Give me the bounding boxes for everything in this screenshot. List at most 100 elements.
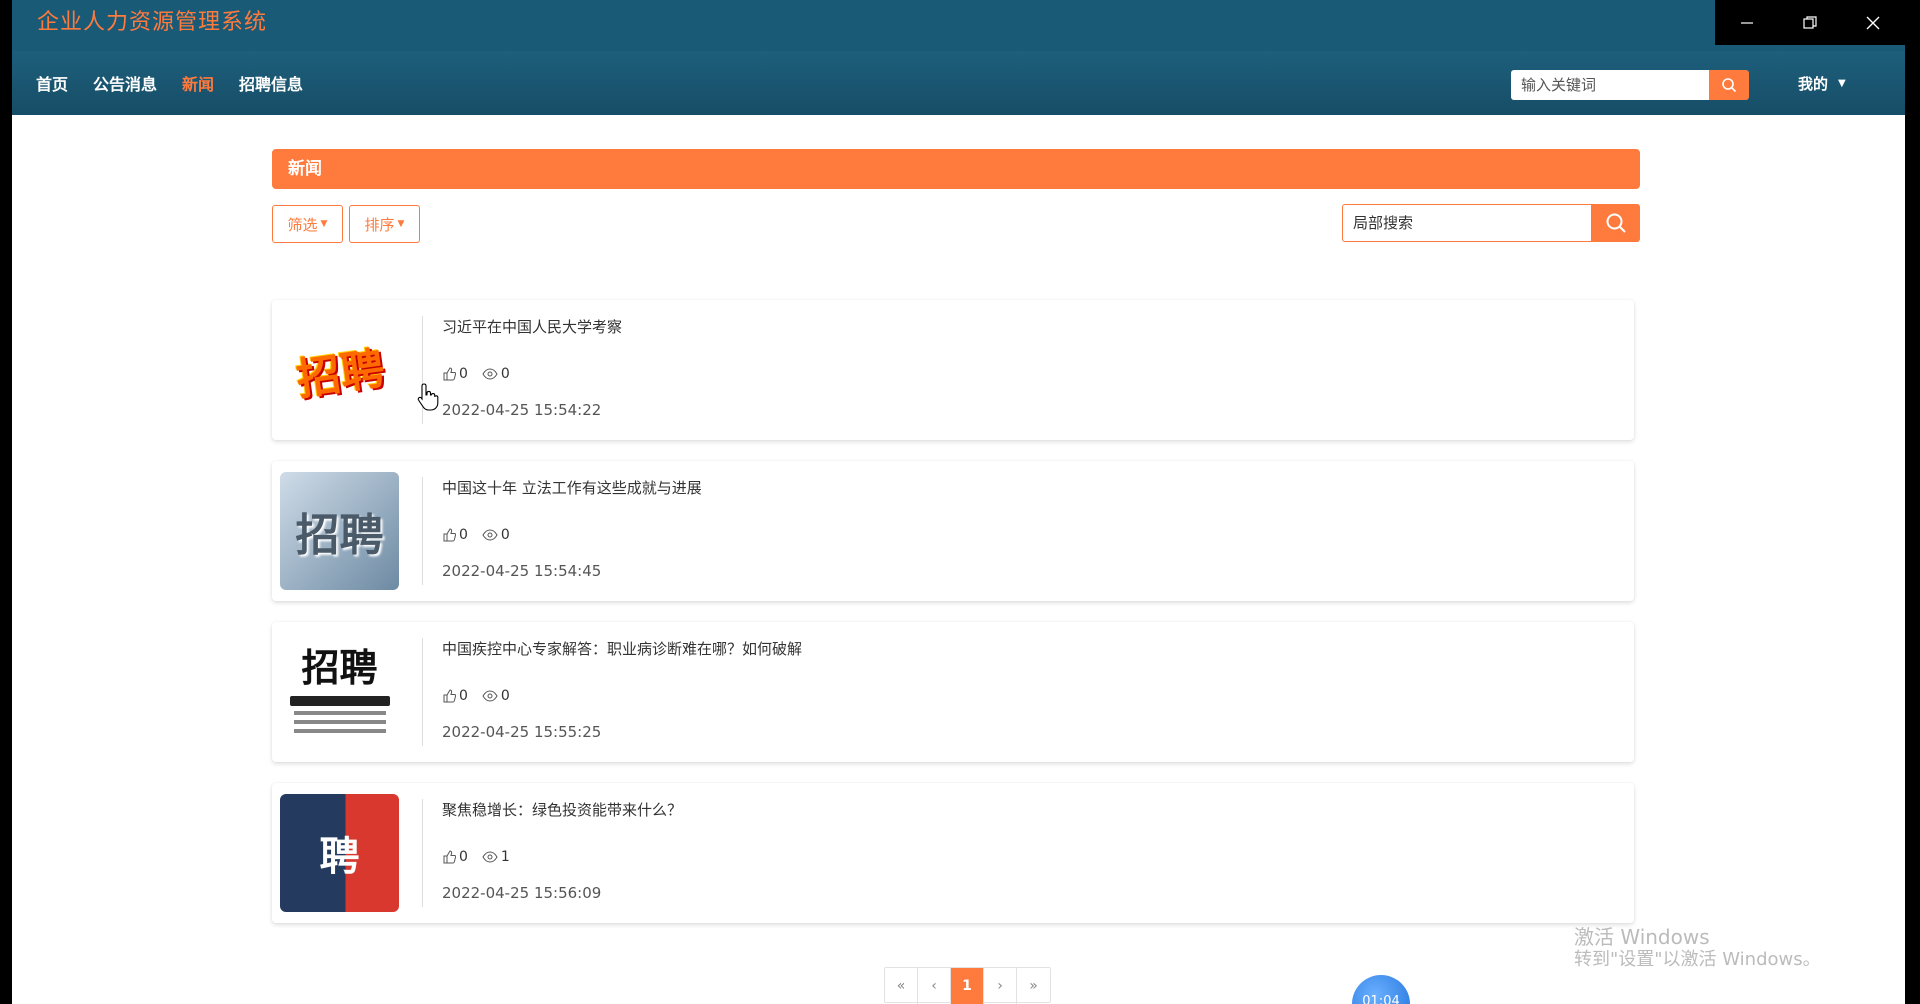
- news-time: 2022-04-25 15:55:25: [442, 723, 602, 741]
- nav-bar: 首页 公告消息 新闻 招聘信息 我的 ▼: [12, 51, 1905, 115]
- news-stats: 0 0: [442, 527, 510, 543]
- like-count[interactable]: 0: [442, 688, 468, 704]
- news-time: 2022-04-25 15:56:09: [442, 884, 602, 902]
- news-time: 2022-04-25 15:54:22: [442, 401, 602, 419]
- sort-button-label: 排序: [364, 215, 395, 234]
- watermark-line: 激活 Windows: [1574, 925, 1710, 949]
- view-count: 1: [482, 849, 510, 865]
- view-count: 0: [482, 688, 510, 704]
- section-title: 新闻: [272, 149, 1640, 189]
- restore-button[interactable]: [1778, 0, 1841, 45]
- news-stats: 0 0: [442, 688, 510, 704]
- like-count[interactable]: 0: [442, 527, 468, 543]
- search-icon: [1606, 213, 1626, 233]
- like-count-value: 0: [459, 527, 468, 543]
- eye-icon: [482, 690, 498, 702]
- nav-search-input[interactable]: [1511, 70, 1709, 100]
- view-count-value: 0: [500, 688, 510, 704]
- like-count[interactable]: 0: [442, 366, 468, 382]
- like-count[interactable]: 0: [442, 849, 468, 865]
- app-title: 企业人力资源管理系统: [37, 10, 268, 35]
- restore-icon: [1802, 15, 1817, 29]
- eye-icon: [482, 529, 498, 541]
- close-button[interactable]: [1841, 0, 1904, 45]
- news-stats: 0 1: [442, 849, 510, 865]
- close-icon: [1866, 16, 1879, 29]
- local-search-input[interactable]: [1342, 204, 1591, 242]
- view-count: 0: [482, 527, 510, 543]
- nav-search-button[interactable]: [1709, 70, 1749, 100]
- nav-search: [1511, 70, 1755, 100]
- thumbnail-decoration: [289, 696, 390, 706]
- caret-down-icon: ▼: [1838, 77, 1846, 89]
- caret-down-icon: ▼: [397, 219, 405, 229]
- caret-down-icon: ▼: [320, 219, 328, 229]
- search-icon: [1722, 78, 1737, 93]
- thumbs-up-icon: [443, 367, 456, 381]
- news-title[interactable]: 中国这十年 立法工作有这些成就与进展: [442, 477, 702, 498]
- hand-cursor-icon: [417, 383, 439, 411]
- view-count-value: 0: [500, 366, 510, 382]
- thumbnail-decoration: [293, 729, 386, 733]
- news-stats: 0 0: [442, 366, 510, 382]
- windows-activation-watermark: 激活 Windows 转到"设置"以激活 Windows。: [1574, 925, 1821, 971]
- news-title[interactable]: 聚焦稳增长：绿色投资能带来什么？: [442, 799, 682, 820]
- news-thumbnail[interactable]: 招聘: [280, 311, 399, 429]
- first-page-button[interactable]: «: [885, 968, 918, 1004]
- last-page-button[interactable]: »: [1017, 968, 1050, 1004]
- nav-link-announcements[interactable]: 公告消息: [93, 71, 157, 95]
- thumbs-up-icon: [443, 528, 456, 542]
- news-title[interactable]: 习近平在中国人民大学考察: [442, 316, 622, 337]
- like-count-value: 0: [459, 849, 468, 865]
- news-time: 2022-04-25 15:54:45: [442, 562, 602, 580]
- thumbnail-text: 招聘: [295, 510, 384, 561]
- like-count-value: 0: [459, 688, 468, 704]
- thumbnail-text: 聘: [319, 833, 360, 880]
- title-bar: 企业人力资源管理系统: [12, 0, 1905, 51]
- eye-icon: [482, 368, 498, 380]
- nav-link-recruitment[interactable]: 招聘信息: [239, 71, 303, 95]
- divider: [422, 799, 423, 907]
- divider: [422, 638, 423, 746]
- minimize-icon: [1740, 21, 1753, 24]
- thumbs-up-icon: [443, 850, 456, 864]
- news-item[interactable]: 招聘 中国疾控中心专家解答：职业病诊断难在哪？如何破解 0 0 2022-04-…: [272, 622, 1634, 762]
- filter-button-label: 筛选: [287, 215, 318, 234]
- sort-button[interactable]: 排序 ▼: [349, 205, 420, 243]
- like-count-value: 0: [459, 366, 468, 382]
- local-search: [1342, 204, 1640, 242]
- news-thumbnail[interactable]: 招聘: [280, 633, 399, 751]
- watermark-line: 转到"设置"以激活 Windows。: [1574, 949, 1821, 970]
- thumbnail-text: 招聘: [301, 645, 378, 690]
- view-count: 0: [482, 366, 510, 382]
- app-window: 企业人力资源管理系统 首页 公告消息 新闻 招聘信息 我的: [12, 0, 1905, 1004]
- eye-icon: [482, 851, 498, 863]
- minimize-button[interactable]: [1715, 0, 1778, 45]
- user-menu-label: 我的: [1798, 74, 1829, 93]
- window-controls: [1715, 0, 1905, 45]
- news-item[interactable]: 招聘 习近平在中国人民大学考察 0 0 2022-04-25 15:54:22: [272, 300, 1634, 440]
- news-thumbnail[interactable]: 聘: [280, 794, 399, 912]
- view-count-value: 1: [500, 849, 510, 865]
- user-menu[interactable]: 我的 ▼: [1798, 51, 1846, 115]
- news-item[interactable]: 招聘 中国这十年 立法工作有这些成就与进展 0 0 2022-04-25 15:…: [272, 461, 1634, 601]
- nav-links: 首页 公告消息 新闻 招聘信息: [36, 51, 328, 115]
- news-thumbnail[interactable]: 招聘: [280, 472, 399, 590]
- timer-badge[interactable]: 01:04: [1352, 975, 1410, 1004]
- page-number-button[interactable]: 1: [951, 968, 984, 1004]
- prev-page-button[interactable]: ‹: [918, 968, 951, 1004]
- thumbnail-decoration: [293, 720, 386, 724]
- news-item[interactable]: 聘 聚焦稳增长：绿色投资能带来什么？ 0 1 2022-04-25 15:56:…: [272, 783, 1634, 923]
- local-search-button[interactable]: [1591, 204, 1640, 242]
- thumbnail-decoration: [293, 711, 386, 715]
- view-count-value: 0: [500, 527, 510, 543]
- filter-button[interactable]: 筛选 ▼: [272, 205, 343, 243]
- nav-link-home[interactable]: 首页: [36, 71, 68, 95]
- next-page-button[interactable]: ›: [984, 968, 1017, 1004]
- thumbnail-text: 招聘: [293, 343, 388, 406]
- nav-link-news[interactable]: 新闻: [182, 71, 214, 95]
- news-title[interactable]: 中国疾控中心专家解答：职业病诊断难在哪？如何破解: [442, 638, 802, 659]
- pagination: « ‹ 1 › »: [884, 967, 1051, 1004]
- divider: [422, 477, 423, 585]
- thumbs-up-icon: [443, 689, 456, 703]
